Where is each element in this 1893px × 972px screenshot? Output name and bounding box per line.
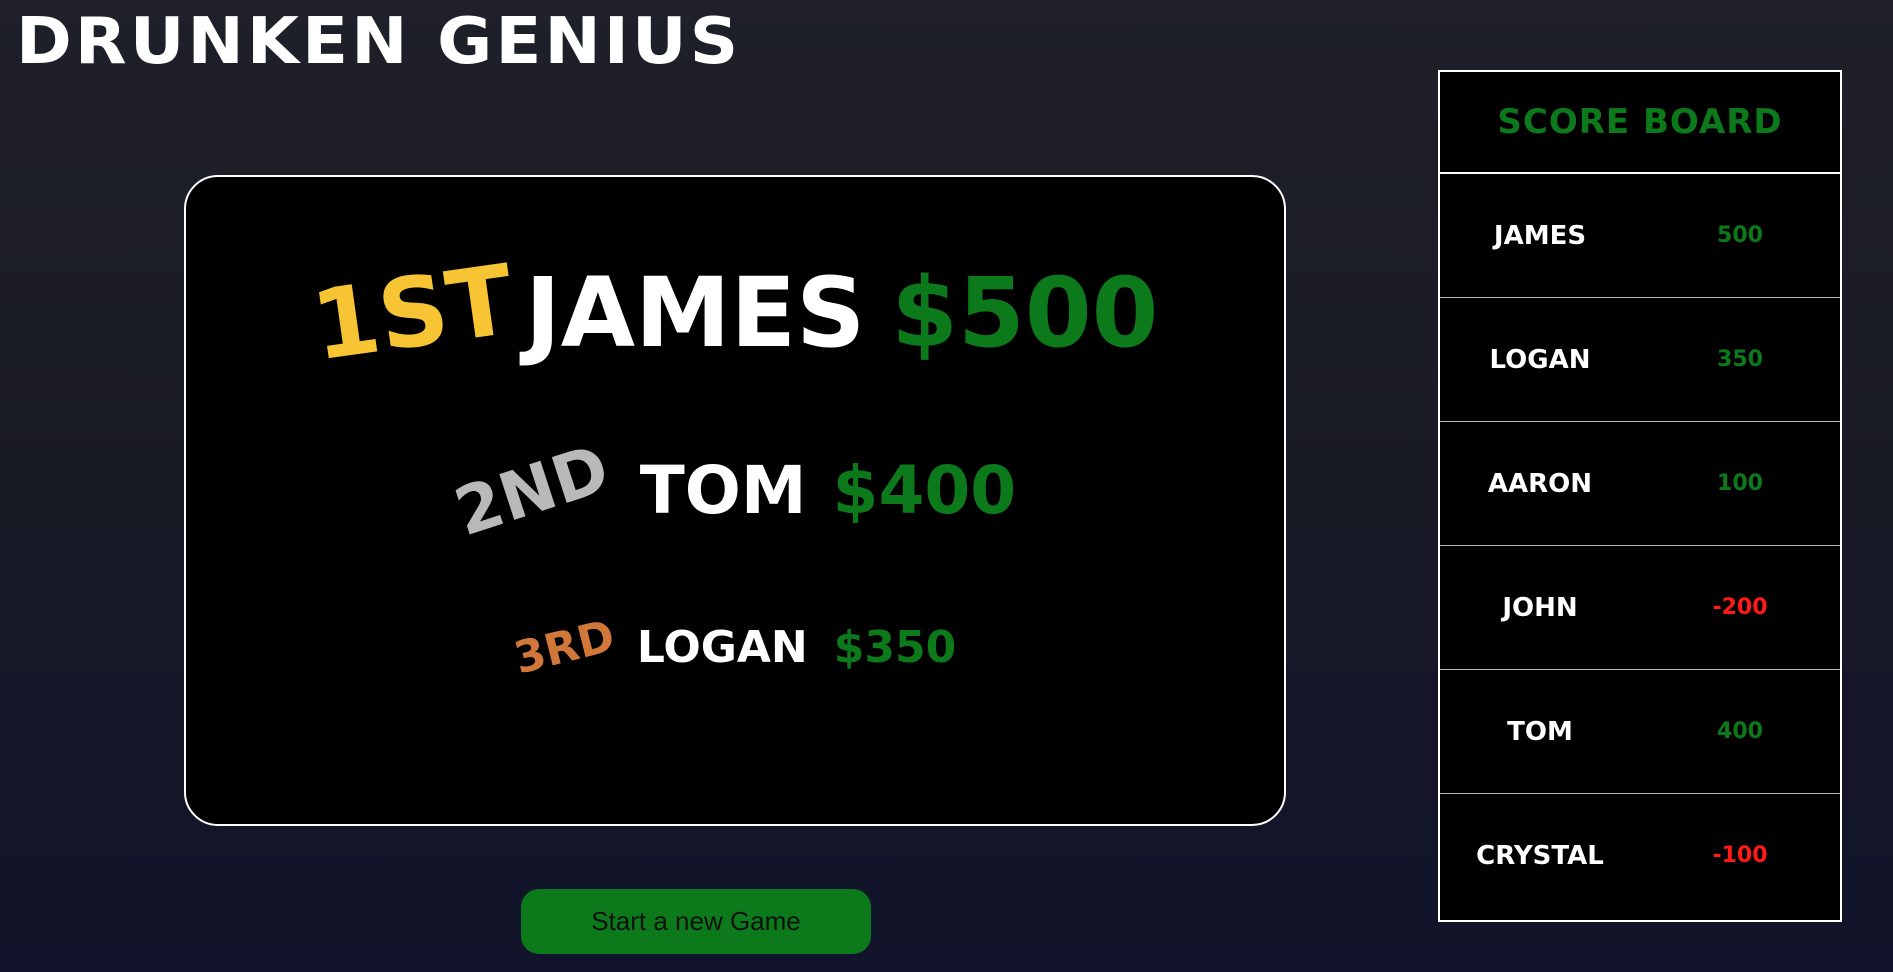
podium-third-place: 3rd Logan $350 bbox=[186, 611, 1284, 685]
player-score: -100 bbox=[1712, 843, 1768, 868]
winnings-third: $350 bbox=[833, 622, 957, 673]
score-row: John -200 bbox=[1440, 546, 1840, 670]
score-row: Crystal -100 bbox=[1440, 794, 1840, 917]
player-name: James bbox=[1493, 220, 1587, 251]
score-row: Aaron 100 bbox=[1440, 422, 1840, 546]
start-new-game-button[interactable]: Start a new Game bbox=[521, 889, 871, 954]
scoreboard: Score Board James 500 Logan 350 Aaron 10… bbox=[1438, 70, 1842, 922]
winner-name-second: Tom bbox=[639, 452, 807, 529]
score-row: James 500 bbox=[1440, 174, 1840, 298]
winnings-second: $400 bbox=[832, 452, 1017, 529]
place-label-third: 3rd bbox=[509, 610, 620, 685]
player-score: -200 bbox=[1712, 595, 1768, 620]
player-name: Crystal bbox=[1476, 840, 1604, 871]
app-title: Drunken Genius bbox=[16, 5, 742, 79]
player-score: 100 bbox=[1717, 471, 1763, 496]
scoreboard-title: Score Board bbox=[1440, 72, 1840, 174]
winner-name-first: James bbox=[524, 257, 866, 369]
winner-name-third: Logan bbox=[636, 622, 808, 673]
place-label-first: 1st bbox=[304, 243, 520, 383]
place-label-second: 2nd bbox=[445, 429, 618, 552]
podium-first-place: 1st James $500 bbox=[186, 244, 1284, 383]
podium-second-place: 2nd Tom $400 bbox=[186, 430, 1284, 551]
score-row: Logan 350 bbox=[1440, 298, 1840, 422]
player-score: 350 bbox=[1717, 347, 1763, 372]
player-name: John bbox=[1502, 592, 1578, 623]
player-name: Aaron bbox=[1487, 468, 1593, 499]
winnings-first: $500 bbox=[891, 257, 1159, 369]
results-panel: 1st James $500 2nd Tom $400 3rd Logan $3… bbox=[184, 175, 1286, 826]
player-score: 400 bbox=[1717, 719, 1763, 744]
player-name: Logan bbox=[1489, 344, 1591, 375]
player-name: Tom bbox=[1507, 716, 1573, 747]
player-score: 500 bbox=[1717, 223, 1763, 248]
score-row: Tom 400 bbox=[1440, 670, 1840, 794]
